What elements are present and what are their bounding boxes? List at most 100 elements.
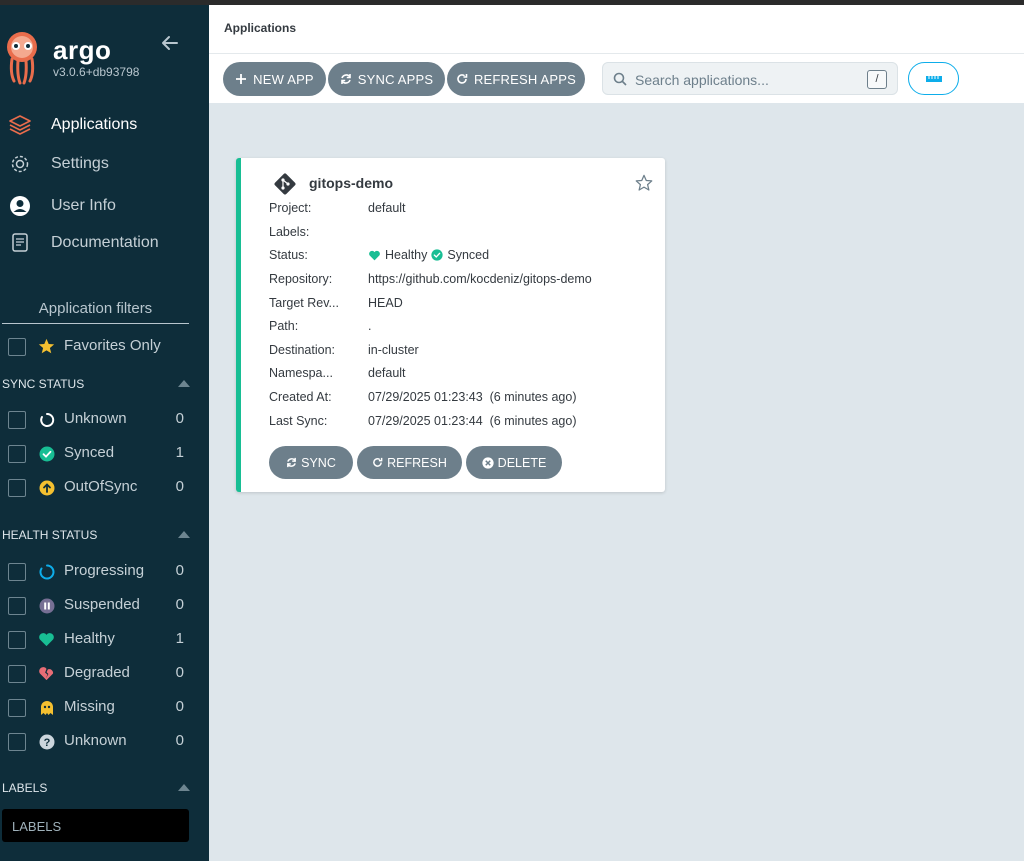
checkbox[interactable] <box>8 699 26 717</box>
sync-button[interactable]: SYNC <box>269 446 353 479</box>
checkbox[interactable] <box>8 597 26 615</box>
filter-label: Suspended <box>64 596 140 613</box>
field-label: Last Sync: <box>269 414 328 428</box>
namespace-value: default <box>368 366 406 380</box>
sync-apps-button[interactable]: SYNC APPS <box>328 62 445 96</box>
breadcrumb[interactable]: Applications <box>224 21 296 35</box>
argo-logo-icon <box>7 32 37 85</box>
repository-link[interactable]: https://github.com/kocdeniz/gitops-demo <box>368 272 592 286</box>
health-status-header[interactable]: HEALTH STATUS <box>2 528 192 548</box>
app-name[interactable]: gitops-demo <box>309 175 393 191</box>
tiles-view-icon <box>925 75 942 82</box>
layers-icon <box>8 113 32 137</box>
filter-health-unknown[interactable]: ? Unknown 0 <box>0 728 209 756</box>
nav-documentation[interactable]: Documentation <box>0 225 209 261</box>
spinner-icon <box>38 563 55 580</box>
search-input[interactable]: Search applications... / <box>602 62 898 95</box>
close-circle-icon <box>482 456 494 469</box>
checkbox[interactable] <box>8 563 26 581</box>
question-circle-icon: ? <box>38 733 55 750</box>
checkbox[interactable] <box>8 411 26 429</box>
checkbox[interactable] <box>8 338 26 356</box>
sync-status-text: Synced <box>447 248 490 262</box>
filter-count: 0 <box>175 732 184 749</box>
page-header: Applications <box>209 5 1024 54</box>
filter-count: 0 <box>175 698 184 715</box>
ghost-icon <box>38 699 55 716</box>
favorite-star-icon[interactable] <box>635 174 653 192</box>
nav-user-info[interactable]: User Info <box>0 188 209 224</box>
button-label: DELETE <box>497 455 547 470</box>
nav-label: Documentation <box>51 234 159 251</box>
brand-name: argo <box>53 35 112 65</box>
created-at-value: 07/29/2025 01:23:43 (6 minutes ago) <box>368 390 577 404</box>
nav-label: Settings <box>51 155 109 172</box>
filter-health-degraded[interactable]: Degraded 0 <box>0 660 209 688</box>
filter-count: 0 <box>175 410 184 427</box>
plus-icon <box>235 73 247 85</box>
collapse-sidebar-icon[interactable] <box>160 33 180 53</box>
new-app-button[interactable]: NEW APP <box>223 62 326 96</box>
star-icon <box>38 338 55 355</box>
field-label: Created At: <box>269 390 332 404</box>
refresh-icon <box>373 457 383 467</box>
heart-broken-icon <box>38 665 55 682</box>
check-circle-icon <box>38 445 55 462</box>
project-value: default <box>368 201 406 215</box>
pause-circle-icon <box>38 597 55 614</box>
filter-health-healthy[interactable]: Healthy 1 <box>0 626 209 654</box>
nav-settings[interactable]: Settings <box>0 146 209 182</box>
field-label: Repository: <box>269 272 333 286</box>
filter-label: Unknown <box>64 732 127 749</box>
filter-health-progressing[interactable]: Progressing 0 <box>0 558 209 586</box>
sync-status-header[interactable]: SYNC STATUS <box>2 377 192 397</box>
check-circle-icon <box>431 249 444 261</box>
filter-label: Progressing <box>64 562 145 579</box>
sync-icon <box>340 73 352 85</box>
filter-sync-unknown[interactable]: Unknown 0 <box>0 406 209 434</box>
app-version: v3.0.6+db93798 <box>53 65 140 79</box>
button-label: SYNC <box>301 455 336 470</box>
field-label: Namespa... <box>269 366 333 380</box>
last-sync-value: 07/29/2025 01:23:44 (6 minutes ago) <box>368 414 577 428</box>
refresh-apps-button[interactable]: REFRESH APPS <box>447 62 585 96</box>
favorites-filter[interactable]: Favorites Only <box>0 333 209 361</box>
filter-count: 0 <box>175 562 184 579</box>
delete-button[interactable]: DELETE <box>466 446 562 479</box>
gear-icon <box>8 152 32 176</box>
filter-health-missing[interactable]: Missing 0 <box>0 694 209 722</box>
field-label: Target Rev... <box>269 296 339 310</box>
filter-label: Degraded <box>64 664 130 681</box>
filter-label: Favorites Only <box>64 337 161 354</box>
filter-count: 1 <box>175 444 184 461</box>
destination-value: in-cluster <box>368 343 419 357</box>
nav-label: User Info <box>51 197 116 214</box>
sync-icon <box>287 457 297 468</box>
checkbox[interactable] <box>8 479 26 497</box>
filter-sync-outofsync[interactable]: OutOfSync 0 <box>0 474 209 502</box>
application-card[interactable]: gitops-demo Project: default Labels: Sta… <box>236 158 665 492</box>
checkbox[interactable] <box>8 733 26 751</box>
checkbox[interactable] <box>8 631 26 649</box>
filter-sync-synced[interactable]: Synced 1 <box>0 440 209 468</box>
nav-applications[interactable]: Applications <box>0 107 209 143</box>
field-label: Project: <box>269 201 312 215</box>
collapse-triangle-icon[interactable] <box>178 784 190 791</box>
collapse-triangle-icon[interactable] <box>178 531 190 538</box>
labels-input[interactable]: LABELS <box>2 809 189 842</box>
checkbox[interactable] <box>8 445 26 463</box>
refresh-button[interactable]: REFRESH <box>357 446 462 479</box>
view-toggle-button[interactable] <box>908 62 959 95</box>
filter-label: Missing <box>64 698 115 715</box>
button-label: REFRESH <box>387 455 447 470</box>
filters-title: Application filters <box>2 300 189 324</box>
collapse-triangle-icon[interactable] <box>178 380 190 387</box>
search-shortcut-key: / <box>867 70 887 89</box>
health-status-text: Healthy <box>385 248 428 262</box>
checkbox[interactable] <box>8 665 26 683</box>
search-icon <box>613 72 627 86</box>
labels-header[interactable]: LABELS <box>2 781 192 801</box>
nav-label: Applications <box>51 116 138 133</box>
filter-health-suspended[interactable]: Suspended 0 <box>0 592 209 620</box>
heart-icon <box>369 250 380 260</box>
